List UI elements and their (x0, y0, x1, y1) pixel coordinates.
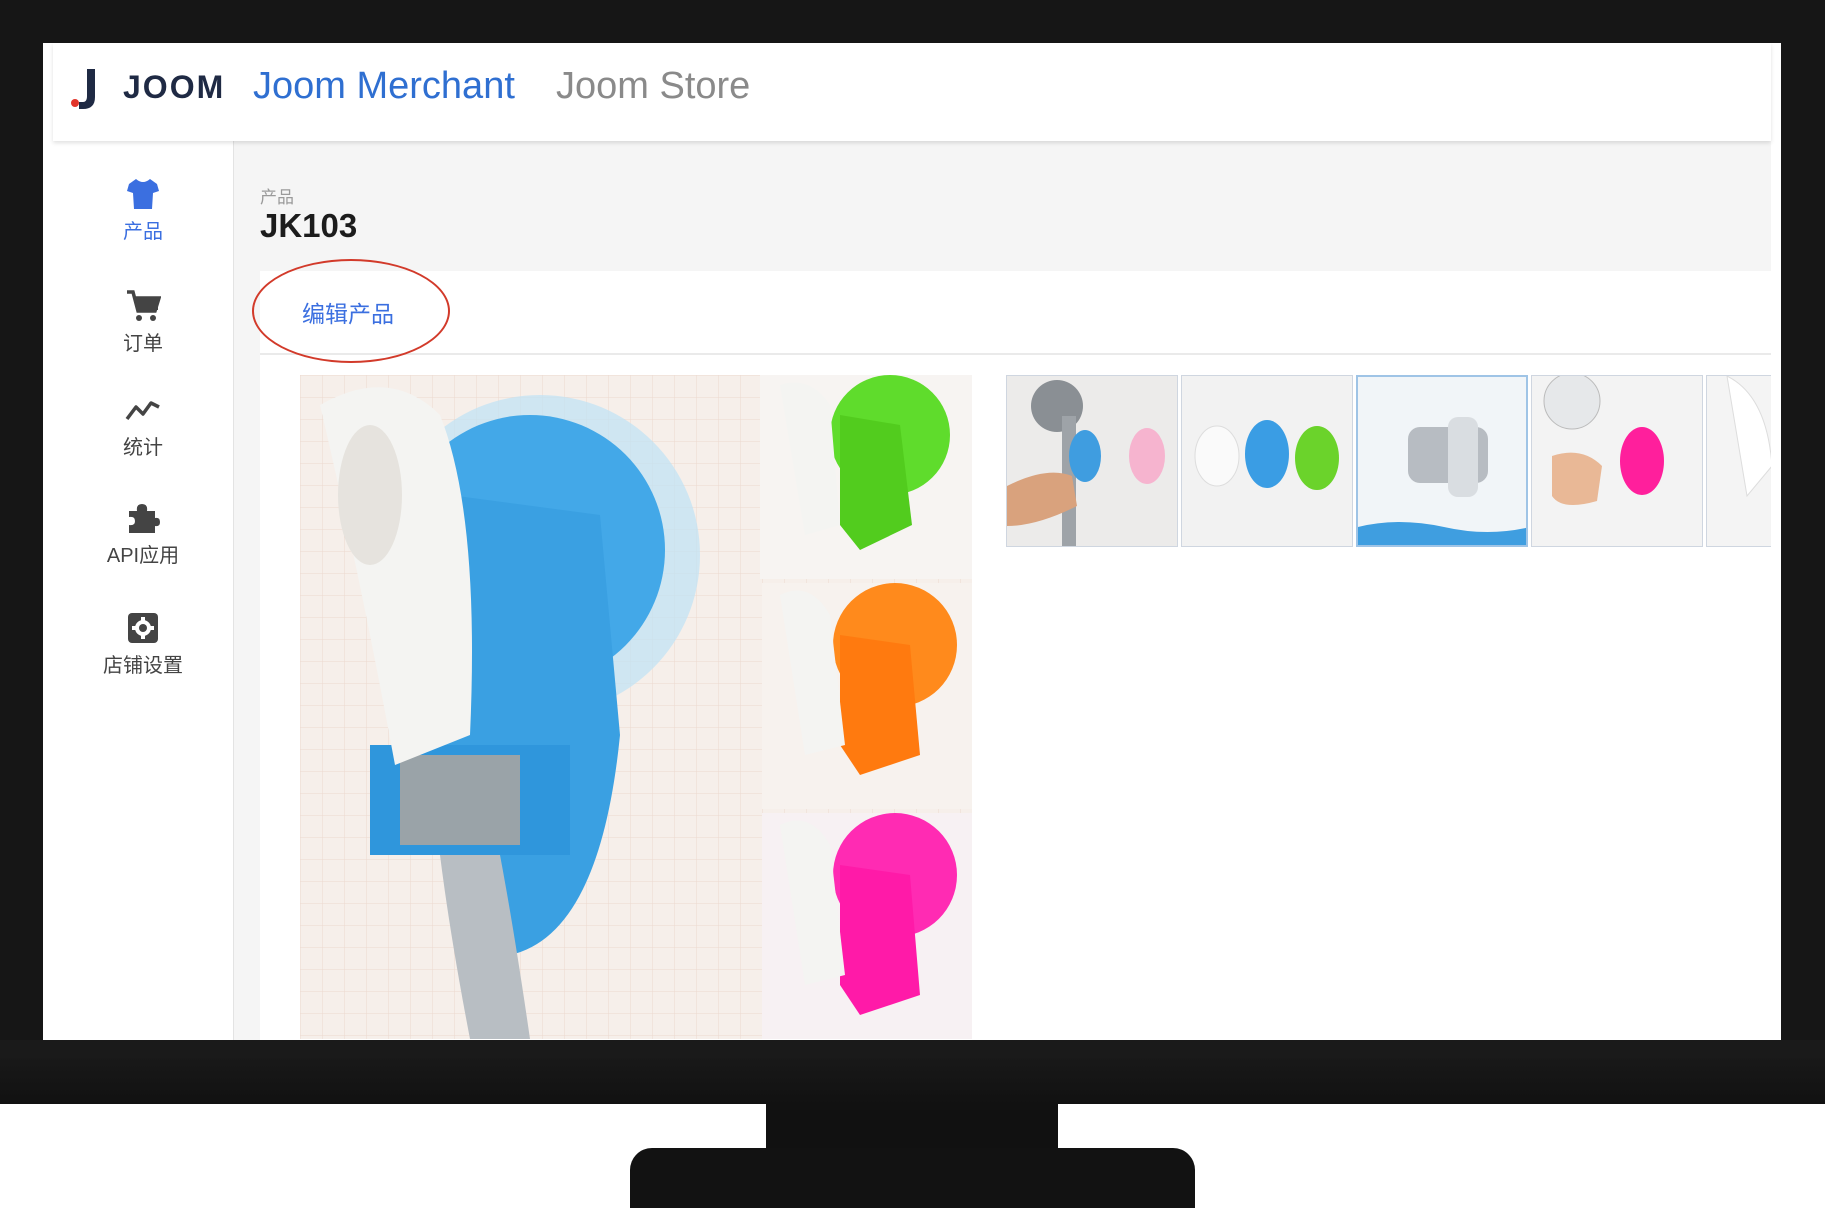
sidebar-item-orders[interactable]: 订单 (53, 289, 233, 356)
top-header: JOOM Joom Merchant Joom Store (53, 43, 1771, 141)
thumbnail-chrome-holder[interactable] (1356, 375, 1528, 547)
annotation-circle (252, 259, 450, 363)
chart-line-icon (125, 401, 160, 421)
sidebar-item-label: 店铺设置 (103, 655, 183, 677)
thumbnail-strip (1006, 375, 1771, 547)
sidebar-item-products[interactable]: 产品 (53, 177, 233, 244)
logo-wordmark[interactable]: JOOM (123, 69, 225, 106)
thumbnail-hand-holding-showerhead[interactable] (1006, 375, 1178, 547)
puzzle-icon (129, 504, 160, 533)
monitor-stand-base (630, 1148, 1195, 1208)
thumbnail-white-partial[interactable] (1706, 375, 1771, 547)
product-main-image[interactable] (300, 375, 972, 1039)
brand-title[interactable]: Joom Merchant (253, 65, 515, 108)
sidebar-item-label: 统计 (123, 437, 163, 459)
sidebar-item-api[interactable]: API应用 (53, 501, 233, 568)
tshirt-icon (127, 179, 159, 209)
product-main-illustration (300, 375, 972, 1039)
breadcrumb[interactable]: 产品 (260, 183, 294, 208)
thumbnail-illustration (1532, 376, 1702, 546)
thumbnail-illustration (1358, 377, 1526, 545)
cart-icon (127, 290, 161, 321)
sidebar-item-stats[interactable]: 统计 (53, 393, 233, 460)
thumbnail-illustration (1007, 376, 1177, 546)
sidebar: 产品 订单 统计 API应用 店铺设置 (53, 141, 234, 1043)
tab-bar: 编辑产品 (252, 259, 1771, 363)
store-name[interactable]: Joom Store (556, 65, 750, 108)
monitor-frame: JOOM Joom Merchant Joom Store 产品 订单 统计 A… (0, 0, 1825, 1104)
monitor-bezel (0, 1040, 1825, 1104)
monitor-stand-neck (766, 1104, 1058, 1150)
sidebar-item-label: API应用 (106, 545, 180, 567)
product-card: 编辑产品 (252, 259, 1771, 1043)
page-title: JK103 (260, 207, 358, 244)
gear-icon (128, 613, 158, 643)
thumbnail-three-colors[interactable] (1181, 375, 1353, 547)
sidebar-item-label: 产品 (123, 221, 163, 243)
joom-logo-icon[interactable] (71, 67, 99, 111)
screen: JOOM Joom Merchant Joom Store 产品 订单 统计 A… (43, 43, 1781, 1043)
thumbnail-illustration (1707, 376, 1771, 546)
thumbnail-pink-holder[interactable] (1531, 375, 1703, 547)
thumbnail-illustration (1182, 376, 1352, 546)
sidebar-item-store-settings[interactable]: 店铺设置 (53, 611, 233, 678)
main-content: 产品 JK103 编辑产品 (234, 141, 1771, 1043)
sidebar-item-label: 订单 (123, 333, 163, 355)
